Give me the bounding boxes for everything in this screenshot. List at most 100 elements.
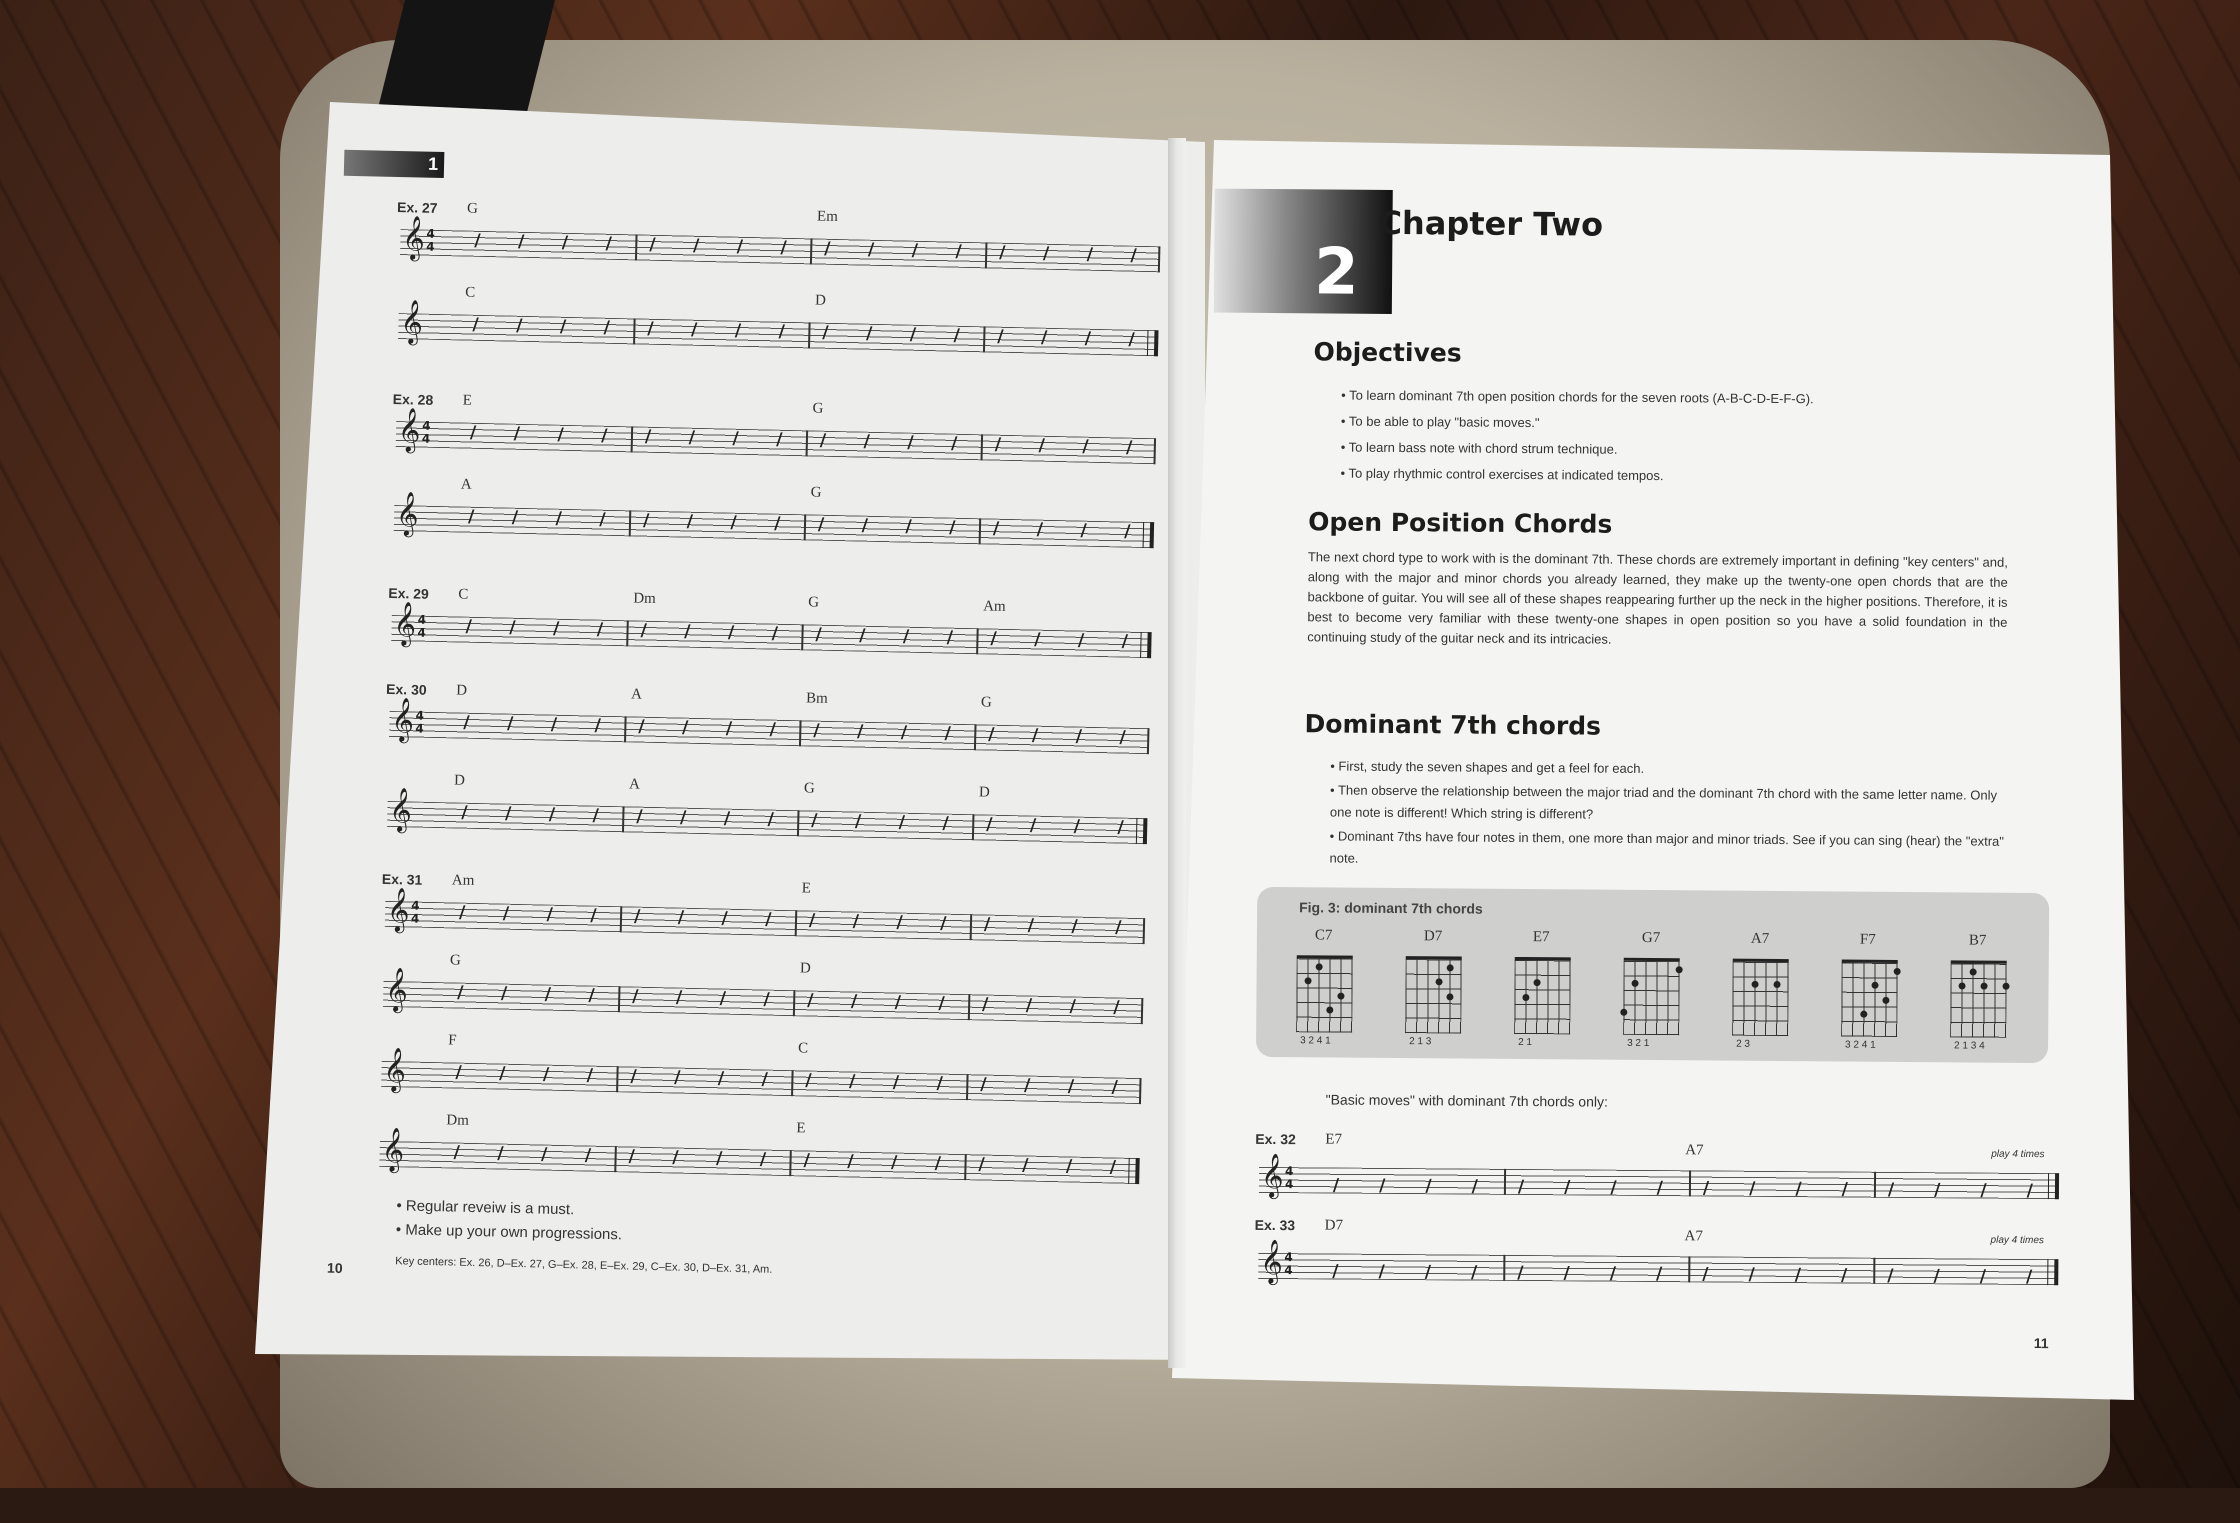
- bar-line: [1688, 1256, 1691, 1283]
- bar-line: [1688, 1170, 1692, 1197]
- strum-slash: /: [1979, 1266, 1987, 1287]
- fingering: 3 2 4 1: [1845, 1039, 1876, 1051]
- example-label: Ex. 33: [1254, 1216, 1296, 1234]
- chord-symbol: A7: [1684, 1228, 1703, 1245]
- strum-slash: /: [2026, 1180, 2033, 1202]
- strum-slash: /: [1794, 1265, 1802, 1286]
- end-repeat: [2047, 1259, 2059, 1286]
- finger-dot: [1446, 993, 1454, 1001]
- strum-slash: /: [1841, 1179, 1848, 1200]
- strum-slash: /: [1379, 1175, 1386, 1196]
- fingering: 2 1: [1518, 1036, 1533, 1049]
- strum-slash: /: [1933, 1266, 1940, 1287]
- right-page-content: 2 Chapter Two Objectives • To learn domi…: [0, 0, 2240, 1493]
- strum-slash: /: [1934, 1180, 1941, 1201]
- treble-clef-icon: 𝄞: [1260, 1238, 1284, 1284]
- chord-diagram: [1620, 957, 1683, 1036]
- strum-slash: /: [1425, 1176, 1432, 1197]
- bullet-icon: •: [1340, 465, 1349, 481]
- objective-text: To learn bass note with chord strum tech…: [1348, 439, 1618, 457]
- finger-dot: [1751, 980, 1759, 989]
- strum-slash: /: [1332, 1261, 1339, 1282]
- finger-dot: [1893, 967, 1901, 975]
- objective-text: To play rhythmic control exercises at in…: [1348, 465, 1664, 484]
- open-position-heading: Open Position Chords: [1308, 507, 1613, 539]
- objective-item: • To learn dominant 7th open position ch…: [1341, 388, 1814, 407]
- strum-slash: /: [2025, 1266, 2033, 1288]
- chord-name: B7: [1968, 932, 1987, 949]
- strum-slash: /: [1517, 1262, 1524, 1284]
- chord-symbol: D7: [1324, 1217, 1344, 1234]
- objectives-heading: Objectives: [1313, 337, 1462, 368]
- strum-slash: /: [1980, 1180, 1987, 1201]
- music-staff: 𝄞 4 4 / / / / / / / / / / / / / / / /: [1258, 1153, 2060, 1202]
- chord-diagram: [1296, 955, 1353, 1033]
- fingering: 2 3: [1736, 1038, 1751, 1050]
- strum-slash: /: [1656, 1178, 1663, 1199]
- right-staves: Ex. 32 play 4 times 𝄞 4 4// / / / / / / / / / / / / / / E7 A…: [6, 0, 2240, 1287]
- finger-dot: [1522, 993, 1530, 1001]
- objective-item: • To play rhythmic control exercises at …: [1340, 466, 1663, 484]
- finger-dot: [1773, 981, 1781, 989]
- finger-dot: [1446, 964, 1454, 972]
- dominant-bullet-text: Then observe the relationship between th…: [1329, 782, 1998, 822]
- bullet-icon: •: [1340, 439, 1349, 455]
- fingering: 2 1 3: [1409, 1036, 1432, 1048]
- chord-diagrams: C7 3 2 4 1 D7 2 1 3 E7 2 1 G7 3 2 1 A7 2 3 F7 3 2 4…: [6, 0, 2240, 1052]
- chord-diagram: [1514, 956, 1571, 1035]
- fingering: 2 1 3 4: [1954, 1040, 1985, 1052]
- finger-dot: [1980, 982, 1988, 990]
- basic-moves-caption: "Basic moves" with dominant 7th chords o…: [1325, 1091, 1608, 1110]
- chord-name: D7: [1423, 928, 1443, 945]
- chord-name: A7: [1750, 930, 1770, 947]
- music-staff: 𝄞 4 4 / / / / / / / / / / / / / / / /: [1258, 1239, 2059, 1288]
- strum-slash: /: [1610, 1177, 1617, 1198]
- strum-slash: /: [1517, 1176, 1525, 1198]
- finger-dot: [1675, 965, 1683, 973]
- strum-slash: /: [1795, 1179, 1802, 1200]
- chord-symbol: A7: [1685, 1142, 1704, 1159]
- chord-diagram: [1405, 956, 1462, 1034]
- bar-line: [1503, 1168, 1507, 1195]
- figure-title: Fig. 3: dominant 7th chords: [1299, 899, 1483, 917]
- strum-slash: /: [1702, 1264, 1709, 1285]
- dominant-bullet: • Dominant 7ths have four notes in them,…: [1329, 825, 2009, 874]
- chapter-block: [1213, 188, 1393, 314]
- dominant-7th-list: • First, study the seven shapes and get …: [6, 0, 2240, 865]
- objectives-list: • To learn dominant 7th open position ch…: [6, 0, 2240, 484]
- dominant-bullet-text: First, study the seven shapes and get a …: [1338, 758, 1645, 776]
- chapter-title: Chapter Two: [1378, 203, 1604, 244]
- finger-dot: [1326, 1006, 1334, 1014]
- chord-name: G7: [1641, 929, 1661, 947]
- chord-name: F7: [1859, 931, 1876, 948]
- chord-diagram: [1732, 958, 1789, 1037]
- time-signature: 44: [1284, 1250, 1293, 1278]
- dominant-bullet-text: Dominant 7ths have four notes in them, o…: [1329, 828, 2004, 866]
- objective-item: • To learn bass note with chord strum te…: [1341, 440, 1618, 457]
- finger-dot: [1304, 977, 1312, 985]
- chord-diagram: [1950, 960, 2010, 1038]
- strum-slash: /: [1378, 1261, 1385, 1282]
- end-repeat: [2047, 1173, 2060, 1200]
- finger-dot: [1871, 981, 1879, 989]
- strum-slash: /: [1748, 1264, 1755, 1285]
- finger-dot: [1882, 996, 1890, 1004]
- bullet-icon: •: [1330, 782, 1339, 798]
- dominant-7th-heading: Dominant 7th chords: [1304, 709, 1602, 741]
- strum-slash: /: [1702, 1178, 1710, 1199]
- strum-slash: /: [1749, 1178, 1756, 1199]
- strum-slash: /: [1470, 1262, 1478, 1283]
- objective-text: To learn dominant 7th open position chor…: [1349, 387, 1814, 407]
- dominant-bullet: • First, study the seven shapes and get …: [1330, 755, 2010, 782]
- bullet-icon: •: [1340, 413, 1349, 429]
- strum-slash: /: [1332, 1175, 1340, 1196]
- strum-slash: /: [1887, 1179, 1895, 1200]
- fingering: 3 2 1: [1627, 1037, 1650, 1050]
- finger-dot: [1969, 968, 1977, 976]
- bar-line: [1873, 1171, 1877, 1198]
- repeat-instruction: play 4 times: [1991, 1148, 2045, 1161]
- right-page-number: 11: [2033, 1335, 2049, 1352]
- objective-text: To be able to play "basic moves.": [1348, 413, 1540, 431]
- bar-line: [1503, 1254, 1506, 1281]
- chord-name: E7: [1532, 929, 1550, 946]
